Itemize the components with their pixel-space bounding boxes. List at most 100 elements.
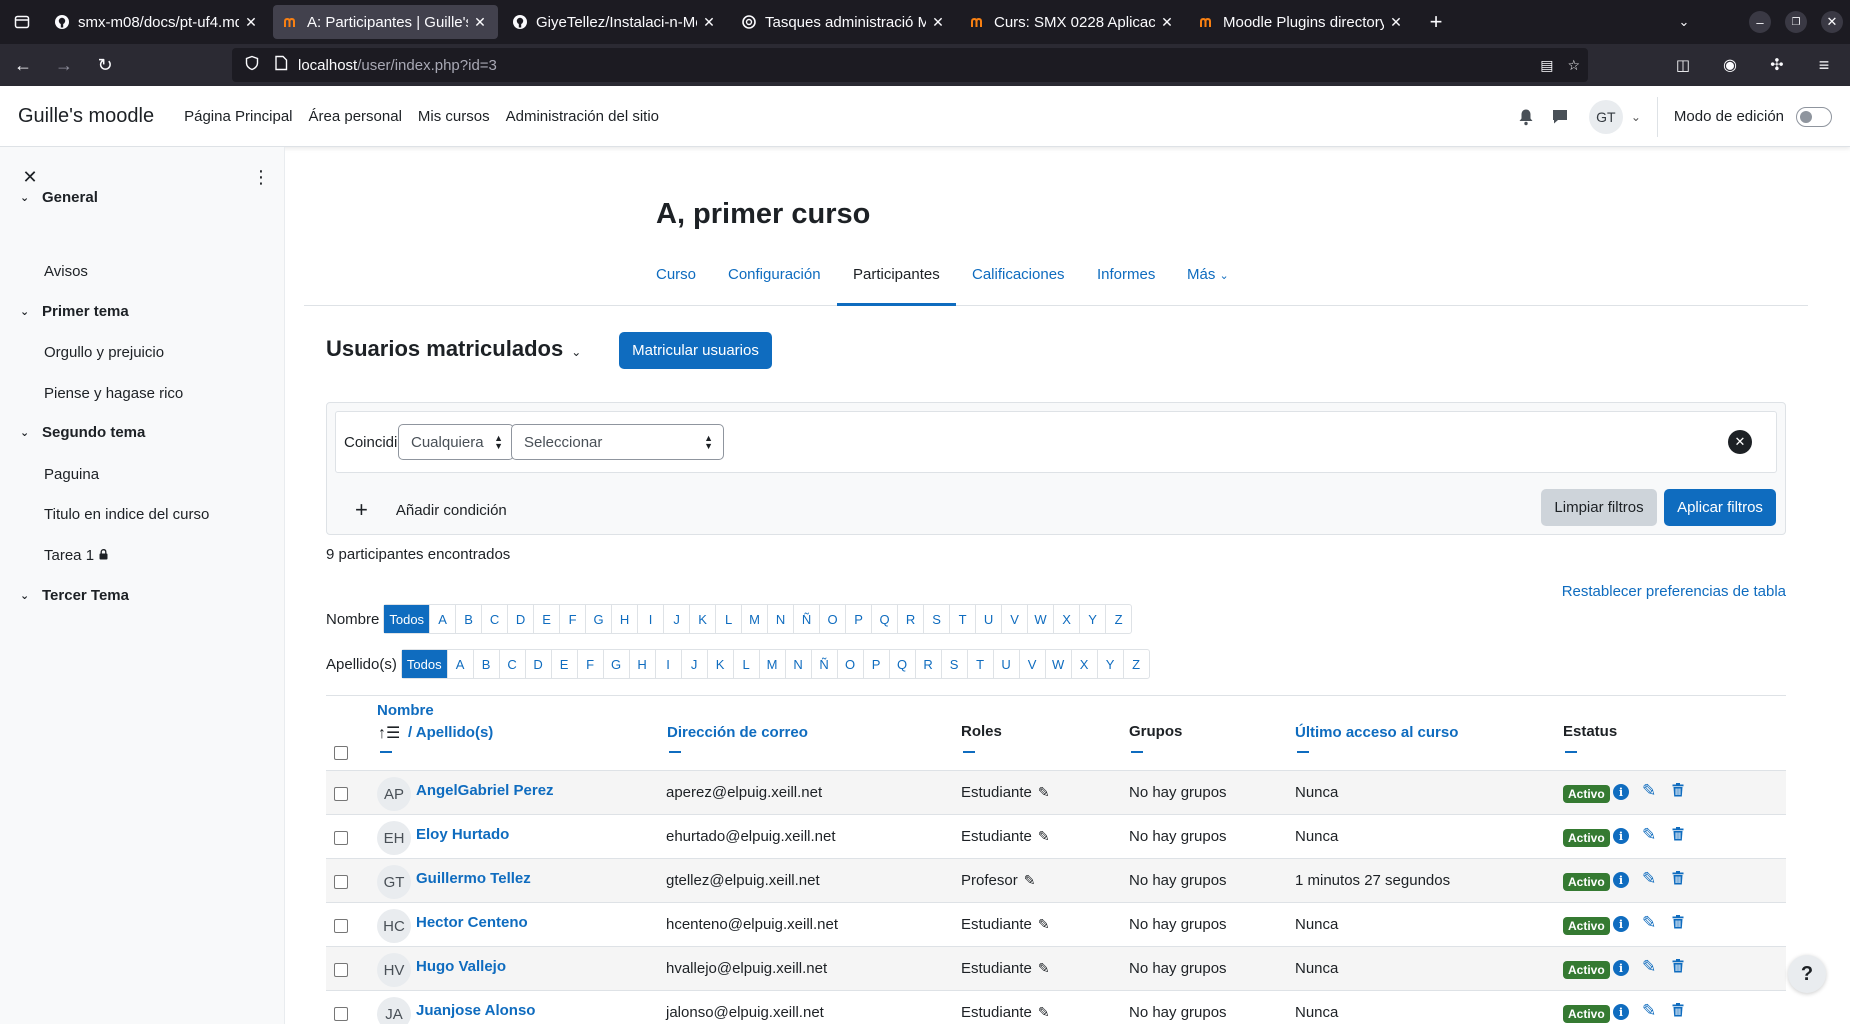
firstname-initial-letter[interactable]: Y (1079, 605, 1105, 633)
match-select[interactable]: Cualquiera ▲ ▼ (398, 424, 514, 460)
tab-configuracion[interactable]: Configuración (728, 266, 821, 283)
lastname-initial-letter[interactable]: U (992, 650, 1019, 678)
collapse-column-icon[interactable] (1565, 751, 1577, 753)
edit-mode-toggle[interactable] (1796, 106, 1832, 127)
drawer-section-segundo-tema[interactable]: ⌄ Segundo tema (20, 424, 145, 441)
close-tab-icon[interactable]: ✕ (243, 14, 259, 31)
tab-participantes[interactable]: Participantes (853, 266, 940, 283)
reload-icon[interactable]: ↻ (87, 47, 123, 83)
firstname-initial-letter[interactable]: G (585, 605, 611, 633)
row-checkbox[interactable] (334, 831, 348, 845)
forward-icon[interactable]: → (46, 47, 82, 83)
firstname-initial-letter[interactable]: U (975, 605, 1001, 633)
pencil-icon[interactable]: ✎ (1038, 1004, 1050, 1020)
filter-type-select[interactable]: Seleccionar ▲ ▼ (511, 424, 724, 460)
drawer-section-general[interactable]: ⌄ General (20, 189, 98, 206)
lastname-initial-letter[interactable]: M (758, 650, 785, 678)
new-tab-button[interactable]: + (1418, 5, 1454, 39)
lastname-initial-letter[interactable]: F (576, 650, 603, 678)
firstname-initial-letter[interactable]: P (845, 605, 871, 633)
user-name-link[interactable]: Juanjose Alonso (416, 1002, 535, 1019)
drawer-item-titulo[interactable]: Titulo en indice del curso (44, 506, 209, 523)
firstname-initial-letter[interactable]: F (559, 605, 585, 633)
tab-calificaciones[interactable]: Calificaciones (972, 266, 1065, 283)
lastname-initial-letter[interactable]: K (706, 650, 733, 678)
nav-my-courses[interactable]: Mis cursos (418, 108, 490, 125)
browser-tab[interactable]: Tasques administració Mo ✕ (731, 5, 956, 39)
row-checkbox[interactable] (334, 875, 348, 889)
firstname-initial-letter[interactable]: K (689, 605, 715, 633)
lastname-initial-letter[interactable]: I (654, 650, 681, 678)
firstname-initial-letter[interactable]: Ñ (793, 605, 819, 633)
avatar[interactable]: EH (377, 821, 411, 855)
lastname-initial-letter[interactable]: L (732, 650, 759, 678)
edit-enrolment-icon[interactable]: ✎ (1642, 825, 1656, 845)
close-icon[interactable]: ✕ (18, 165, 42, 189)
lastname-initial-letter[interactable]: G (602, 650, 629, 678)
collapse-column-icon[interactable] (1131, 751, 1143, 753)
trash-icon[interactable] (1672, 827, 1684, 846)
back-icon[interactable]: ← (5, 47, 41, 83)
lastname-initial-letter[interactable]: Q (888, 650, 915, 678)
firstname-initial-letter[interactable]: H (611, 605, 637, 633)
lastname-initial-letter[interactable]: C (498, 650, 525, 678)
lastname-initial-letter[interactable]: X (1070, 650, 1097, 678)
drawer-section-primer-tema[interactable]: ⌄ Primer tema (20, 303, 129, 320)
tab-mas[interactable]: Más ⌄ (1187, 266, 1229, 283)
drawer-section-tercer-tema[interactable]: ⌄ Tercer Tema (20, 587, 129, 604)
sort-ascending-icon[interactable]: ↑☰ (378, 723, 400, 743)
edit-enrolment-icon[interactable]: ✎ (1642, 1001, 1656, 1021)
browser-tab[interactable]: Curs: SMX 0228 Aplicacion✕ (960, 5, 1185, 39)
info-icon[interactable]: i (1613, 1004, 1629, 1020)
lastname-initial-letter[interactable]: Y (1096, 650, 1123, 678)
user-name-link[interactable]: Hector Centeno (416, 914, 528, 931)
tab-informes[interactable]: Informes (1097, 266, 1155, 283)
collapse-column-icon[interactable] (380, 751, 392, 753)
user-name-link[interactable]: Guillermo Tellez (416, 870, 531, 887)
messages-icon[interactable] (1543, 100, 1577, 134)
close-tab-icon[interactable]: ✕ (930, 14, 946, 31)
menu-icon[interactable]: ≡ (1806, 47, 1842, 83)
trash-icon[interactable] (1672, 959, 1684, 978)
firstname-initial-letter[interactable]: J (663, 605, 689, 633)
browser-tab[interactable]: Moodle Plugins directory: ✕ (1189, 5, 1414, 39)
lastname-initial-letter[interactable]: S (940, 650, 967, 678)
firstname-initial-letter[interactable]: Z (1105, 605, 1131, 633)
close-tab-icon[interactable]: ✕ (472, 14, 488, 31)
drawer-item-piense[interactable]: Piense y hagase rico (44, 385, 183, 402)
pencil-icon[interactable]: ✎ (1038, 784, 1050, 800)
tab-curso[interactable]: Curso (656, 266, 696, 283)
enrol-users-button[interactable]: Matricular usuarios (619, 332, 772, 369)
lastname-initial-letter[interactable]: T (966, 650, 993, 678)
reader-view-icon[interactable]: ▤ (1540, 57, 1553, 74)
firstname-initial-letter[interactable]: X (1053, 605, 1079, 633)
extensions-icon[interactable]: ✣ (1759, 47, 1795, 83)
pencil-icon[interactable]: ✎ (1038, 916, 1050, 932)
lastname-initial-letter[interactable]: O (836, 650, 863, 678)
firstname-initial-letter[interactable]: S (923, 605, 949, 633)
add-condition-button[interactable]: + Añadir condición (355, 497, 507, 523)
kebab-menu-icon[interactable]: ⋮ (250, 165, 272, 189)
avatar[interactable]: HC (377, 909, 411, 943)
shield-icon[interactable] (244, 55, 264, 75)
row-checkbox[interactable] (334, 1007, 348, 1021)
firstname-initial-letter[interactable]: O (819, 605, 845, 633)
avatar[interactable]: JA (377, 997, 411, 1024)
list-all-tabs-icon[interactable]: ⌄ (1666, 4, 1702, 40)
browser-tab[interactable]: GiyeTellez/Instalaci-n-Mo ✕ (502, 5, 727, 39)
nav-site-admin[interactable]: Administración del sitio (506, 108, 659, 125)
select-all-checkbox[interactable] (334, 746, 348, 760)
enrolled-users-heading[interactable]: Usuarios matriculados ⌄ (326, 336, 581, 362)
column-header-name[interactable]: Nombre (377, 702, 434, 719)
firstname-initial-letter[interactable]: A (429, 605, 455, 633)
pocket-icon[interactable]: ◫ (1665, 47, 1701, 83)
lastname-initial-letter[interactable]: N (784, 650, 811, 678)
edit-enrolment-icon[interactable]: ✎ (1642, 957, 1656, 977)
clear-filters-button[interactable]: Limpiar filtros (1541, 489, 1657, 526)
column-header-last-access[interactable]: Último acceso al curso (1295, 724, 1458, 741)
firstname-initial-letter[interactable]: E (533, 605, 559, 633)
firstname-initial-letter[interactable]: C (481, 605, 507, 633)
minimize-button[interactable]: – (1742, 4, 1778, 40)
column-header-lastname[interactable]: / Apellido(s) (408, 724, 493, 741)
lastname-initial-letter[interactable]: J (680, 650, 707, 678)
